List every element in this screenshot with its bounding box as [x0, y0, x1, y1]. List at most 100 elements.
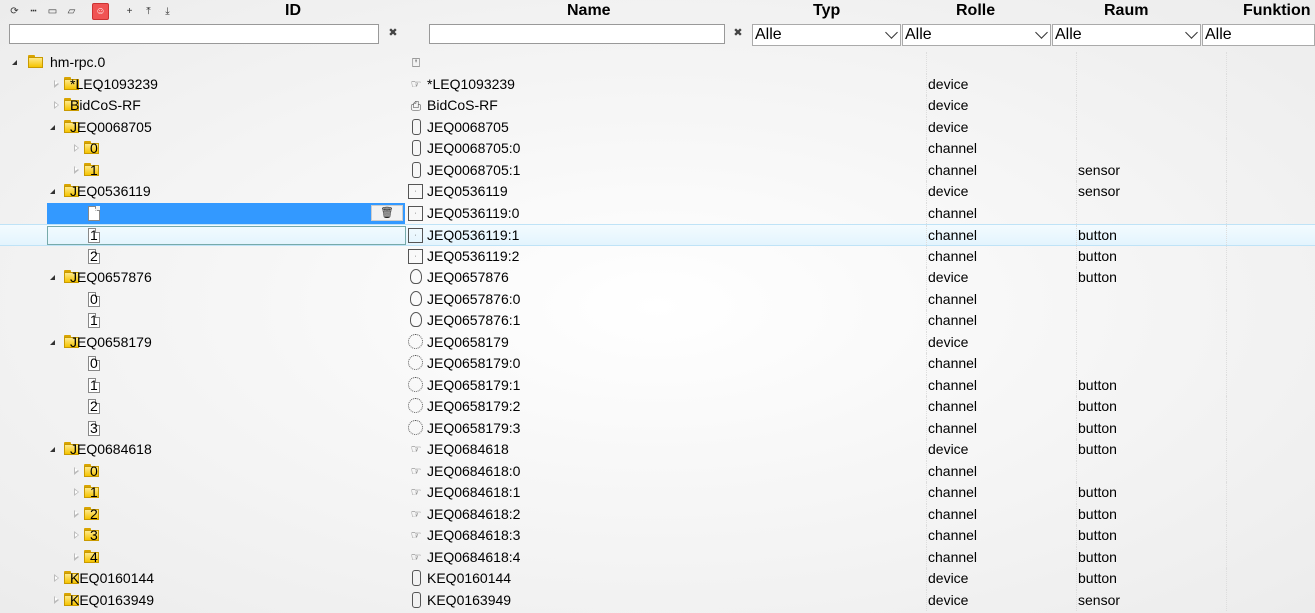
- table-row[interactable]: hm-rpc.0 ⍞: [0, 52, 1315, 74]
- table-row[interactable]: 2 JEQ0658179:2 channel button: [0, 396, 1315, 418]
- collapse-arrow-icon[interactable]: [50, 189, 55, 194]
- table-row[interactable]: 1 ☞ JEQ0684618:1 channel button: [0, 482, 1315, 504]
- add-icon[interactable]: +: [121, 3, 138, 20]
- row-id-label: 0: [90, 204, 98, 221]
- row-raum-label: button: [1078, 419, 1117, 436]
- table-row[interactable]: JEQ0684618 ☞ JEQ0684618 device button: [0, 439, 1315, 461]
- refresh-icon[interactable]: ⟳: [6, 3, 23, 20]
- collapse-arrow-icon[interactable]: [50, 339, 55, 345]
- table-row[interactable]: JEQ0657876 JEQ0657876 device button: [0, 267, 1315, 289]
- table-row[interactable]: 2 · JEQ0536119:2 channel button: [0, 245, 1315, 267]
- folder-collapse-icon[interactable]: ▭: [44, 3, 61, 20]
- column-separator: [1076, 138, 1077, 160]
- rocker-switch-icon: [412, 118, 421, 135]
- table-row[interactable]: 2 ☞ JEQ0684618:2 channel button: [0, 503, 1315, 525]
- collapse-arrow-icon[interactable]: [50, 124, 55, 130]
- collapse-arrow-icon[interactable]: [12, 60, 17, 65]
- table-row[interactable]: 1 JEQ0068705:1 channel sensor: [0, 159, 1315, 181]
- download-icon[interactable]: ⤓: [159, 3, 176, 20]
- column-separator: [1076, 546, 1077, 568]
- column-header-funktion[interactable]: Funktion: [1243, 2, 1311, 20]
- row-name-label: JEQ0658179:0: [427, 355, 521, 371]
- table-row[interactable]: 1 JEQ0657876:1 channel: [0, 310, 1315, 332]
- upload-icon[interactable]: ⤒: [140, 3, 157, 20]
- column-separator: [1076, 396, 1077, 418]
- toolbar: ⟳ ┅ ▭ ▱ ☺ + ⤒ ⤓: [6, 2, 176, 20]
- column-header-raum[interactable]: Raum: [1104, 2, 1148, 20]
- expand-arrow-icon[interactable]: [74, 144, 79, 152]
- column-separator: [926, 396, 927, 418]
- expand-arrow-icon[interactable]: [74, 509, 79, 518]
- expand-arrow-icon[interactable]: [74, 466, 79, 475]
- remote-hand-icon: ☞: [410, 528, 422, 542]
- expand-arrow-icon[interactable]: [54, 101, 59, 109]
- row-raum-label: button: [1078, 269, 1117, 285]
- rolle-filter-select[interactable]: Alle: [902, 24, 1051, 46]
- column-separator: [1226, 568, 1227, 590]
- expand-arrow-icon[interactable]: [54, 574, 59, 582]
- list-view-icon[interactable]: ┅: [25, 3, 42, 20]
- remote-hand-icon: ☞: [410, 485, 422, 499]
- column-header-id[interactable]: ID: [285, 2, 301, 20]
- table-row[interactable]: JEQ0068705 JEQ0068705 device: [0, 116, 1315, 138]
- clear-name-filter-icon[interactable]: ✖: [731, 26, 745, 40]
- row-name-label: JEQ0684618:2: [427, 505, 521, 522]
- row-raum-label: button: [1078, 484, 1117, 500]
- table-row[interactable]: JEQ0536119 · JEQ0536119 device sensor: [0, 181, 1315, 203]
- collapse-arrow-icon[interactable]: [50, 275, 55, 280]
- table-row[interactable]: 0 ☞ JEQ0684618:0 channel: [0, 460, 1315, 482]
- row-rolle-label: channel: [928, 398, 978, 414]
- table-row[interactable]: 0 🗑 · JEQ0536119:0 channel: [0, 202, 1315, 224]
- row-rolle-label: channel: [928, 505, 978, 522]
- table-row[interactable]: 4 ☞ JEQ0684618:4 channel button: [0, 546, 1315, 568]
- row-rolle-label: channel: [928, 484, 978, 500]
- clear-id-filter-icon[interactable]: ✖: [386, 26, 400, 40]
- raum-filter-select[interactable]: Alle: [1052, 24, 1201, 46]
- column-separator: [926, 525, 927, 547]
- typ-filter-select[interactable]: Alle: [752, 24, 901, 46]
- column-separator: [1076, 568, 1077, 590]
- row-rolle-label: channel: [928, 312, 978, 328]
- row-rolle-label: channel: [928, 548, 978, 565]
- expand-arrow-icon[interactable]: [74, 488, 79, 496]
- column-separator: [1226, 525, 1227, 547]
- funktion-filter-select[interactable]: Alle: [1202, 24, 1315, 46]
- remote-hand-icon: ☞: [410, 463, 422, 478]
- table-row[interactable]: 0 JEQ0068705:0 channel: [0, 138, 1315, 160]
- table-row[interactable]: 1 · JEQ0536119:1 channel button: [0, 224, 1315, 246]
- expand-arrow-icon[interactable]: [54, 79, 59, 88]
- folder-expand-icon[interactable]: ▱: [63, 3, 80, 20]
- column-separator: [926, 138, 927, 160]
- table-row[interactable]: KEQ0160144 KEQ0160144 device button: [0, 568, 1315, 590]
- row-name-label: JEQ0536119: [427, 183, 508, 199]
- table-row[interactable]: 3 JEQ0658179:3 channel button: [0, 417, 1315, 439]
- column-separator: [926, 439, 927, 461]
- table-row[interactable]: 3 ☞ JEQ0684618:3 channel button: [0, 525, 1315, 547]
- table-row[interactable]: 0 JEQ0658179:0 channel: [0, 353, 1315, 375]
- column-header-typ[interactable]: Typ: [813, 2, 840, 20]
- row-rolle-label: channel: [928, 161, 978, 178]
- column-header-name[interactable]: Name: [567, 2, 611, 20]
- table-row[interactable]: KEQ0163949 KEQ0163949 device sensor: [0, 589, 1315, 611]
- column-separator: [1226, 546, 1227, 568]
- row-rolle-label: device: [928, 591, 969, 608]
- column-header-rolle[interactable]: Rolle: [956, 2, 995, 20]
- name-filter-input[interactable]: [429, 24, 725, 44]
- id-filter-input[interactable]: [9, 24, 379, 44]
- table-row[interactable]: *LEQ1093239 ☞ *LEQ1093239 device: [0, 73, 1315, 95]
- table-row[interactable]: BidCoS-RF ⎙ BidCoS-RF device: [0, 95, 1315, 117]
- table-row[interactable]: 0 JEQ0657876:0 channel: [0, 288, 1315, 310]
- delete-icon[interactable]: 🗑: [371, 204, 403, 221]
- typ-filter-value: Alle: [755, 26, 782, 43]
- user-icon[interactable]: ☺: [92, 2, 109, 20]
- expand-arrow-icon[interactable]: [74, 531, 79, 539]
- collapse-arrow-icon[interactable]: [50, 447, 55, 452]
- expand-arrow-icon[interactable]: [74, 165, 79, 174]
- column-separator: [1226, 417, 1227, 439]
- table-row[interactable]: JEQ0658179 JEQ0658179 device: [0, 331, 1315, 353]
- wall-dimmer-icon: [408, 355, 423, 370]
- expand-arrow-icon[interactable]: [54, 595, 59, 604]
- expand-arrow-icon[interactable]: [74, 552, 79, 561]
- column-separator: [1226, 116, 1227, 138]
- table-row[interactable]: 1 JEQ0658179:1 channel button: [0, 374, 1315, 396]
